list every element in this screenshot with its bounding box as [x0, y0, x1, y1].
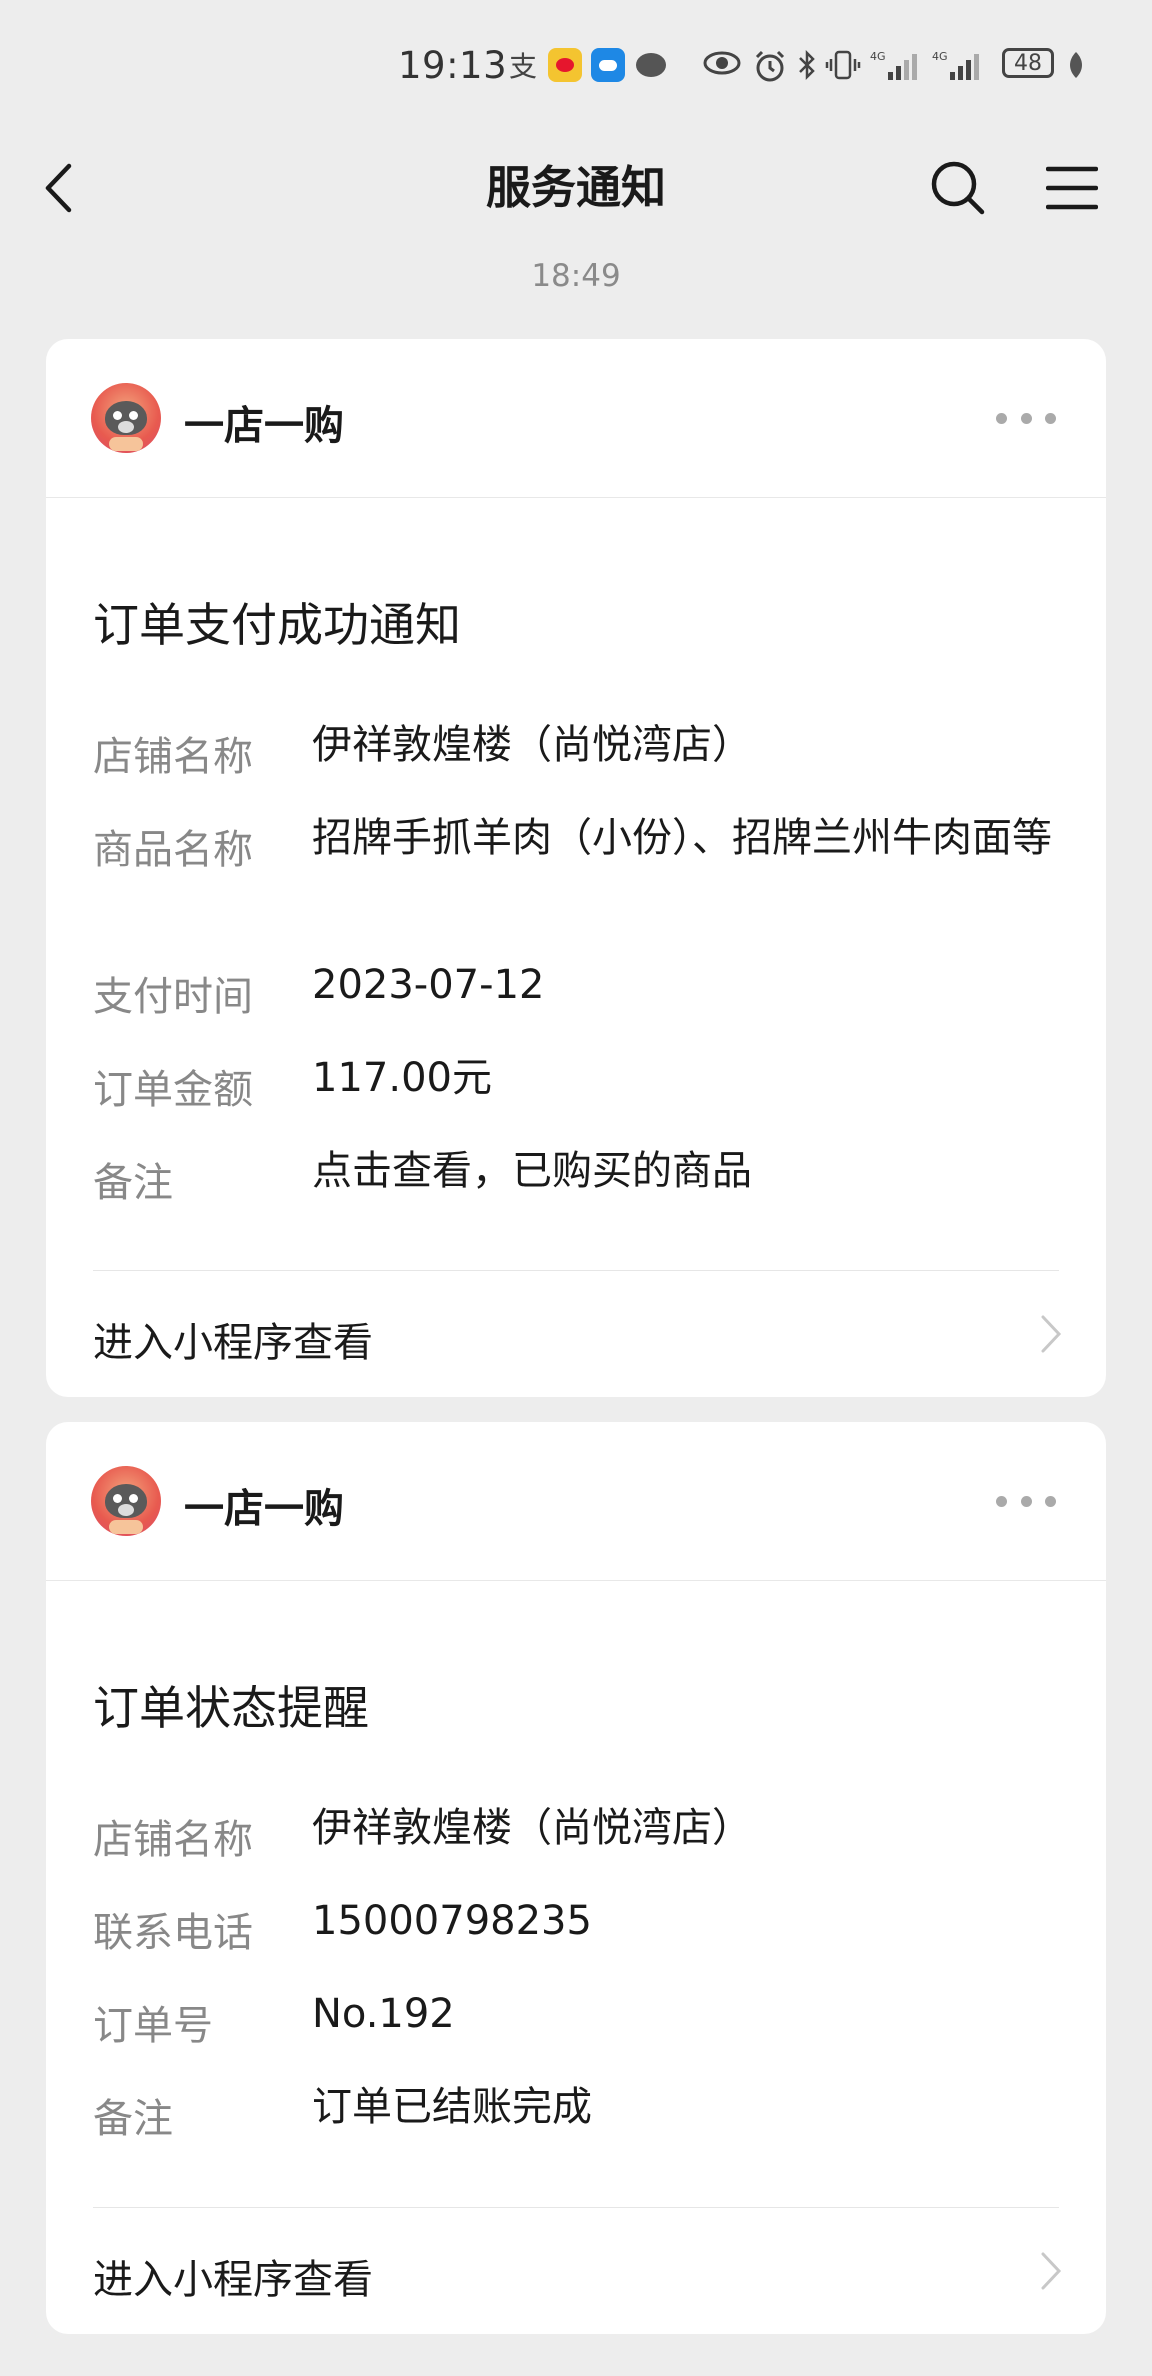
- svg-text:4G: 4G: [870, 50, 886, 63]
- bluetooth-icon: [795, 48, 819, 82]
- nav-bar: 服务通知: [0, 132, 1152, 244]
- field-label: 店铺名称: [93, 734, 253, 780]
- weibo-icon: [548, 48, 582, 82]
- field-value: 117.00元: [312, 1055, 492, 1101]
- field-label: 备注: [93, 2096, 173, 2142]
- chevron-right-icon: [1036, 1314, 1066, 1354]
- open-mini-program-link[interactable]: 进入小程序查看: [93, 2247, 373, 2305]
- phone-value[interactable]: 15000798235: [312, 1895, 1102, 1947]
- avatar[interactable]: [91, 1466, 161, 1536]
- battery-icon: 48: [1002, 48, 1054, 78]
- menu-icon: [1046, 166, 1098, 210]
- notice-title: 订单状态提醒: [93, 1681, 369, 1735]
- chevron-left-icon: [45, 163, 72, 213]
- field-label: 店铺名称: [93, 1817, 253, 1863]
- field-value: 2023-07-12: [312, 962, 545, 1008]
- more-horizontal-icon: [996, 412, 1007, 424]
- chat-bubble-icon: [634, 48, 668, 82]
- card-header: 一店一购: [46, 1422, 1106, 1581]
- divider: [93, 1270, 1059, 1271]
- search-icon: [931, 161, 985, 215]
- menu-button[interactable]: [1036, 152, 1108, 224]
- back-button[interactable]: [30, 152, 86, 224]
- signal-icon: 4G: [932, 48, 984, 82]
- field-label: 订单号: [93, 2003, 213, 2049]
- divider: [93, 2207, 1059, 2208]
- eye-icon: [703, 48, 741, 78]
- more-button[interactable]: [996, 393, 1056, 443]
- service-notice-card[interactable]: 一店一购 订单状态提醒 店铺名称 伊祥敦煌楼（尚悦湾店） 联系电话 150007…: [46, 1422, 1106, 2334]
- avatar[interactable]: [91, 383, 161, 453]
- svg-text:4G: 4G: [932, 50, 948, 63]
- status-time: 19:13: [398, 44, 508, 87]
- search-button[interactable]: [922, 152, 994, 224]
- field-label: 联系电话: [93, 1910, 253, 1956]
- field-value: 伊祥敦煌楼（尚悦湾店）: [312, 722, 752, 768]
- card-header: 一店一购: [46, 339, 1106, 498]
- more-horizontal-icon: [996, 1495, 1007, 1507]
- field-label: 订单金额: [93, 1067, 253, 1113]
- field-value: 伊祥敦煌楼（尚悦湾店）: [312, 1805, 752, 1851]
- field-label: 商品名称: [93, 827, 253, 873]
- vibrate-icon: [825, 48, 861, 82]
- status-bar: 19:13 支 4G 4G 48: [0, 0, 1152, 132]
- open-mini-program-link[interactable]: 进入小程序查看: [93, 1310, 373, 1368]
- field-label: 备注: [93, 1160, 173, 1206]
- leaf-icon: [1064, 48, 1088, 82]
- shop-name[interactable]: 一店一购: [184, 393, 344, 451]
- alipay-icon: 支: [508, 50, 537, 83]
- field-value: 招牌手抓羊肉（小份）、招牌兰州牛肉面等: [312, 815, 1052, 861]
- service-notice-card[interactable]: 一店一购 订单支付成功通知 店铺名称 伊祥敦煌楼（尚悦湾店） 商品名称 招牌手抓…: [46, 339, 1106, 1397]
- message-timestamp: 18:49: [531, 258, 621, 294]
- chevron-right-icon: [1036, 2251, 1066, 2291]
- notice-title: 订单支付成功通知: [93, 598, 461, 652]
- field-label: 支付时间: [93, 974, 253, 1020]
- alarm-icon: [752, 48, 788, 84]
- field-value: 订单已结账完成: [312, 2084, 592, 2130]
- signal-icon: 4G: [870, 48, 922, 82]
- field-value: 点击查看，已购买的商品: [312, 1148, 752, 1194]
- field-value: No.192: [312, 1991, 455, 2037]
- shop-name[interactable]: 一店一购: [184, 1476, 344, 1534]
- more-button[interactable]: [996, 1476, 1056, 1526]
- cloud-app-icon: [591, 48, 625, 82]
